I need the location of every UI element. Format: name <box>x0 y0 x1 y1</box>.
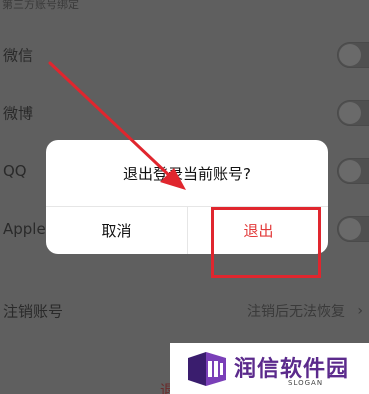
toggle-knob <box>339 160 361 182</box>
qq-toggle[interactable] <box>337 158 369 184</box>
cancel-account-label: 注销账号 <box>3 302 64 321</box>
apple-toggle[interactable] <box>337 216 369 242</box>
binding-label: 微信 <box>3 46 34 65</box>
toggle-knob <box>339 102 361 124</box>
chevron-right-icon: › <box>357 303 363 319</box>
annotation-highlight-box <box>211 207 321 278</box>
binding-label: Apple <box>3 220 46 238</box>
binding-label: 微博 <box>3 104 34 123</box>
watermark-slogan: SLOGAN <box>288 379 324 387</box>
cancel-account-hint: 注销后无法恢复 <box>247 304 345 320</box>
dialog-message: 退出登录当前账号? <box>123 164 251 183</box>
binding-row-wechat: 微信 <box>0 26 369 84</box>
toggle-knob <box>339 44 361 66</box>
weibo-toggle[interactable] <box>337 100 369 126</box>
dialog-cancel-button[interactable]: 取消 <box>46 207 187 254</box>
section-header: 第三方账号绑定 <box>2 0 79 11</box>
binding-label: QQ <box>3 162 27 180</box>
cancel-account-row[interactable]: 注销账号 注销后无法恢复 › <box>0 282 369 340</box>
watermark: 润信软件园 SLOGAN <box>170 343 369 394</box>
binding-row-weibo: 微博 <box>0 84 369 142</box>
wechat-toggle[interactable] <box>337 42 369 68</box>
toggle-knob <box>339 218 361 240</box>
watermark-logo-icon <box>188 352 226 386</box>
